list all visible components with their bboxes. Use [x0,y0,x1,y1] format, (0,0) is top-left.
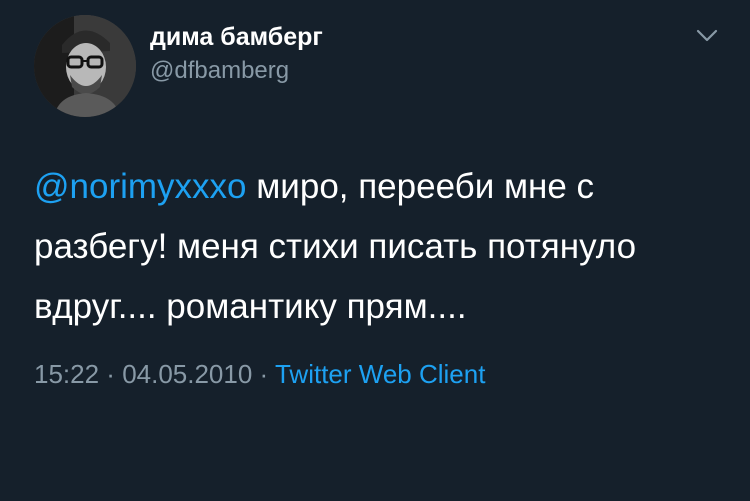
tweet-date[interactable]: 04.05.2010 [122,359,252,389]
avatar[interactable] [34,15,136,117]
user-handle[interactable]: @dfbamberg [150,55,323,87]
tweet-source-link[interactable]: Twitter Web Client [275,359,485,389]
tweet-text: @norimyxxxo миро, перееби мне с разбегу!… [34,157,714,337]
user-names: дима бамберг @dfbamberg [150,21,323,87]
display-name[interactable]: дима бамберг [150,21,323,53]
mention-link[interactable]: @norimyxxxo [34,167,247,206]
meta-separator: · [252,359,275,389]
tweet-header: дима бамберг @dfbamberg [34,15,716,117]
meta-separator: · [99,359,123,389]
tweet-card: дима бамберг @dfbamberg @norimyxxxo миро… [0,0,750,501]
chevron-down-icon[interactable] [694,22,720,48]
tweet-time[interactable]: 15:22 [34,359,99,389]
tweet-meta: 15:22 · 04.05.2010 · Twitter Web Client [34,357,716,391]
avatar-photo [34,15,136,117]
